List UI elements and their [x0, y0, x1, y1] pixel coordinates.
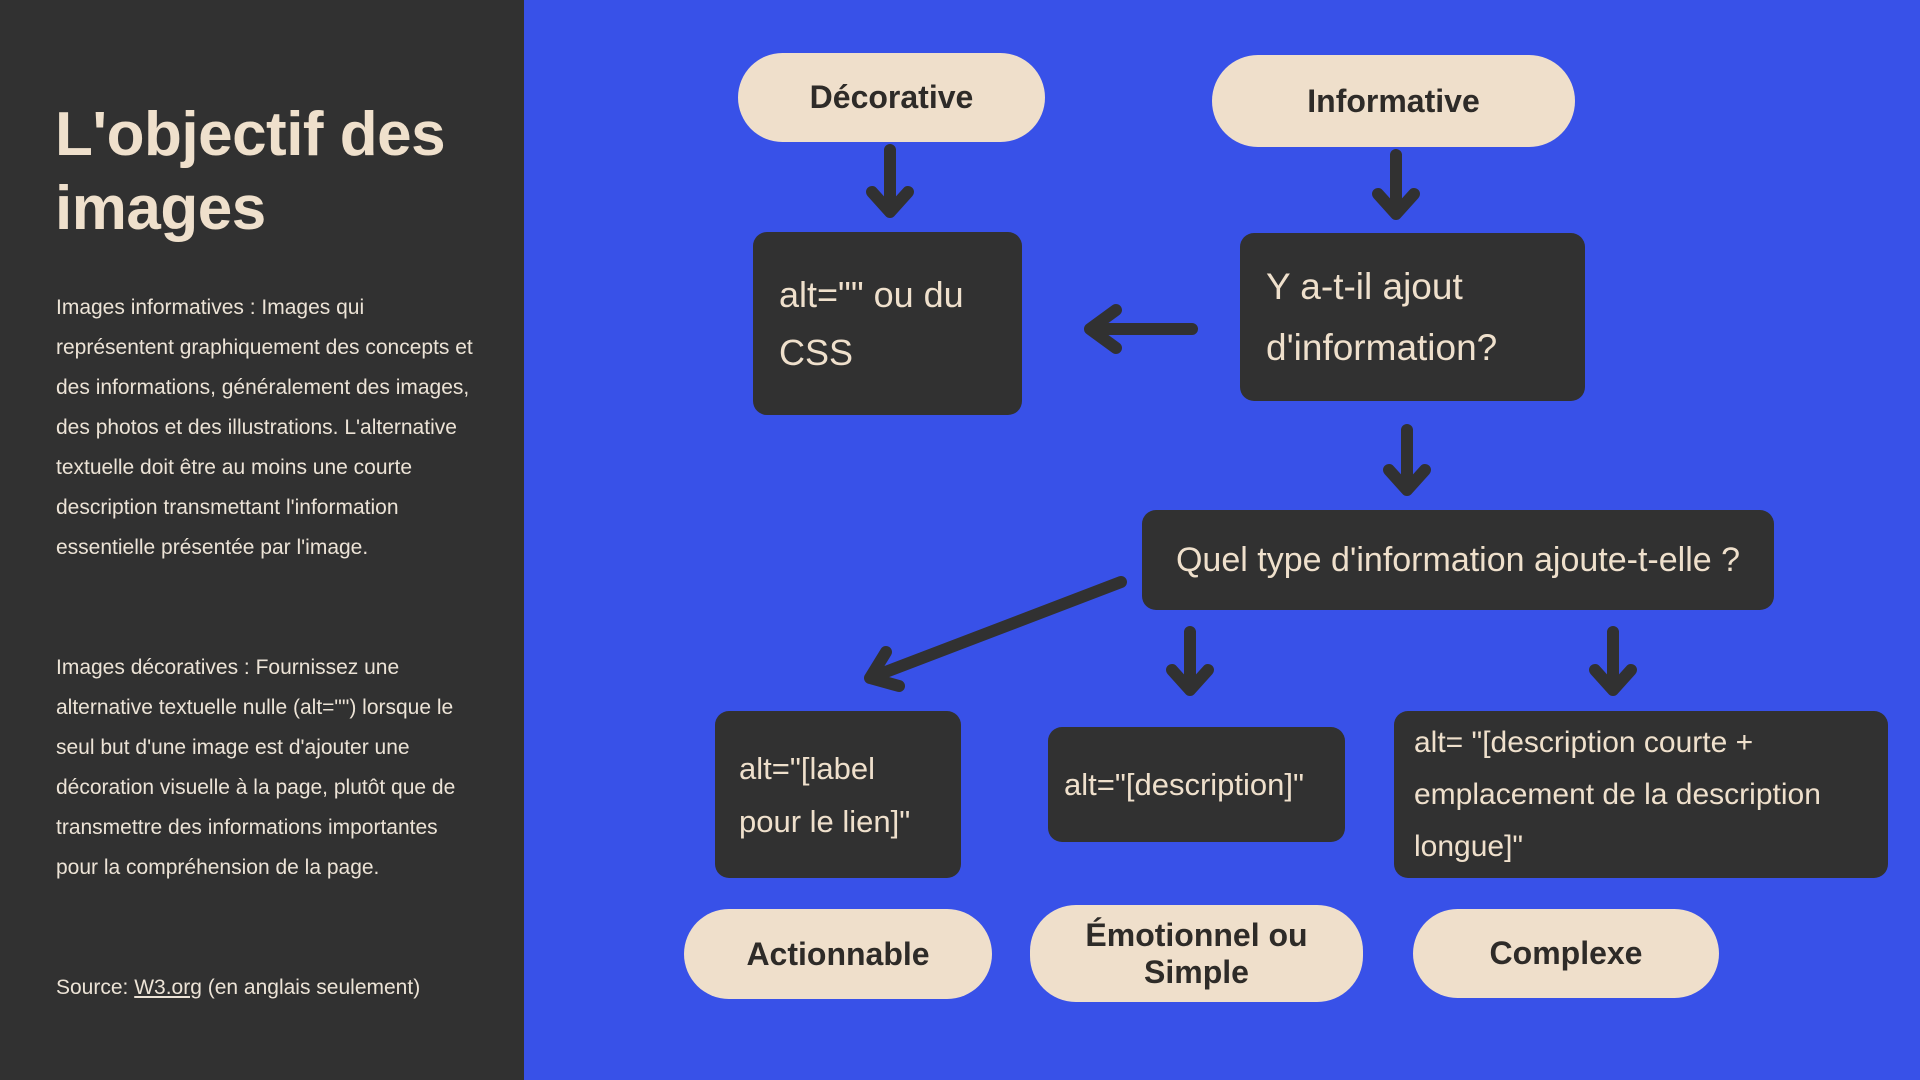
- node-question-added-info: Y a-t-il ajout d'information?: [1240, 233, 1585, 401]
- node-alt-label: alt="[label pour le lien]": [715, 711, 961, 878]
- arrow-left-icon: [1084, 304, 1198, 354]
- source-link[interactable]: W3.org: [134, 976, 202, 999]
- arrow-down-icon: [866, 144, 914, 218]
- arrow-diagonal-icon: [864, 576, 1127, 692]
- arrow-info-type-to-alt-complex: [1589, 626, 1637, 696]
- node-complex: Complexe: [1413, 909, 1719, 998]
- node-alt-description-text: alt="[description]": [1064, 766, 1304, 802]
- node-alt-complex: alt= "[description courte + emplacement …: [1394, 711, 1888, 878]
- arrow-info-type-to-alt-description: [1166, 626, 1214, 696]
- arrow-decorative-to-alt-empty: [866, 144, 914, 218]
- informative-images-description: Images informatives : Images qui représe…: [56, 296, 473, 559]
- node-alt-label-text: alt="[label pour le lien]": [739, 750, 911, 839]
- node-question-info-type: Quel type d'information ajoute-t-elle ?: [1142, 510, 1774, 610]
- node-alt-description: alt="[description]": [1048, 727, 1345, 842]
- node-emotional-simple-text: Émotionnel ou Simple: [1085, 916, 1308, 990]
- arrow-down-icon: [1383, 424, 1431, 496]
- source-prefix: Source:: [56, 976, 135, 999]
- node-alt-complex-text: alt= "[description courte + emplacement …: [1414, 725, 1821, 863]
- node-alt-empty-text: alt="" ou du CSS: [779, 273, 964, 373]
- node-question-info-type-text: Quel type d'information ajoute-t-elle ?: [1175, 541, 1741, 579]
- node-emotional-simple: Émotionnel ou Simple: [1030, 905, 1363, 1002]
- arrow-down-icon: [1589, 626, 1637, 696]
- arrow-informative-to-question: [1372, 149, 1420, 220]
- arrow-down-icon: [1372, 149, 1420, 220]
- arrow-info-type-to-alt-label: [864, 576, 1127, 692]
- source-line: Source: W3.org (en anglais seulement): [56, 968, 476, 1008]
- arrow-question-to-alt-empty: [1084, 304, 1198, 354]
- arrow-down-icon: [1166, 626, 1214, 696]
- decorative-images-description: Images décoratives : Fournissez une alte…: [56, 656, 456, 879]
- node-actionable: Actionnable: [684, 909, 992, 999]
- page-title: L'objectif des images: [55, 100, 446, 243]
- node-question-added-info-text: Y a-t-il ajout d'information?: [1266, 266, 1498, 368]
- node-alt-empty: alt="" ou du CSS: [753, 232, 1022, 415]
- node-decorative: Décorative: [738, 53, 1045, 142]
- arrow-question-to-info-type: [1383, 424, 1431, 496]
- sidebar: L'objectif des images Images informative…: [0, 0, 524, 1080]
- source-suffix: (en anglais seulement): [201, 976, 421, 999]
- node-informative: Informative: [1212, 55, 1575, 147]
